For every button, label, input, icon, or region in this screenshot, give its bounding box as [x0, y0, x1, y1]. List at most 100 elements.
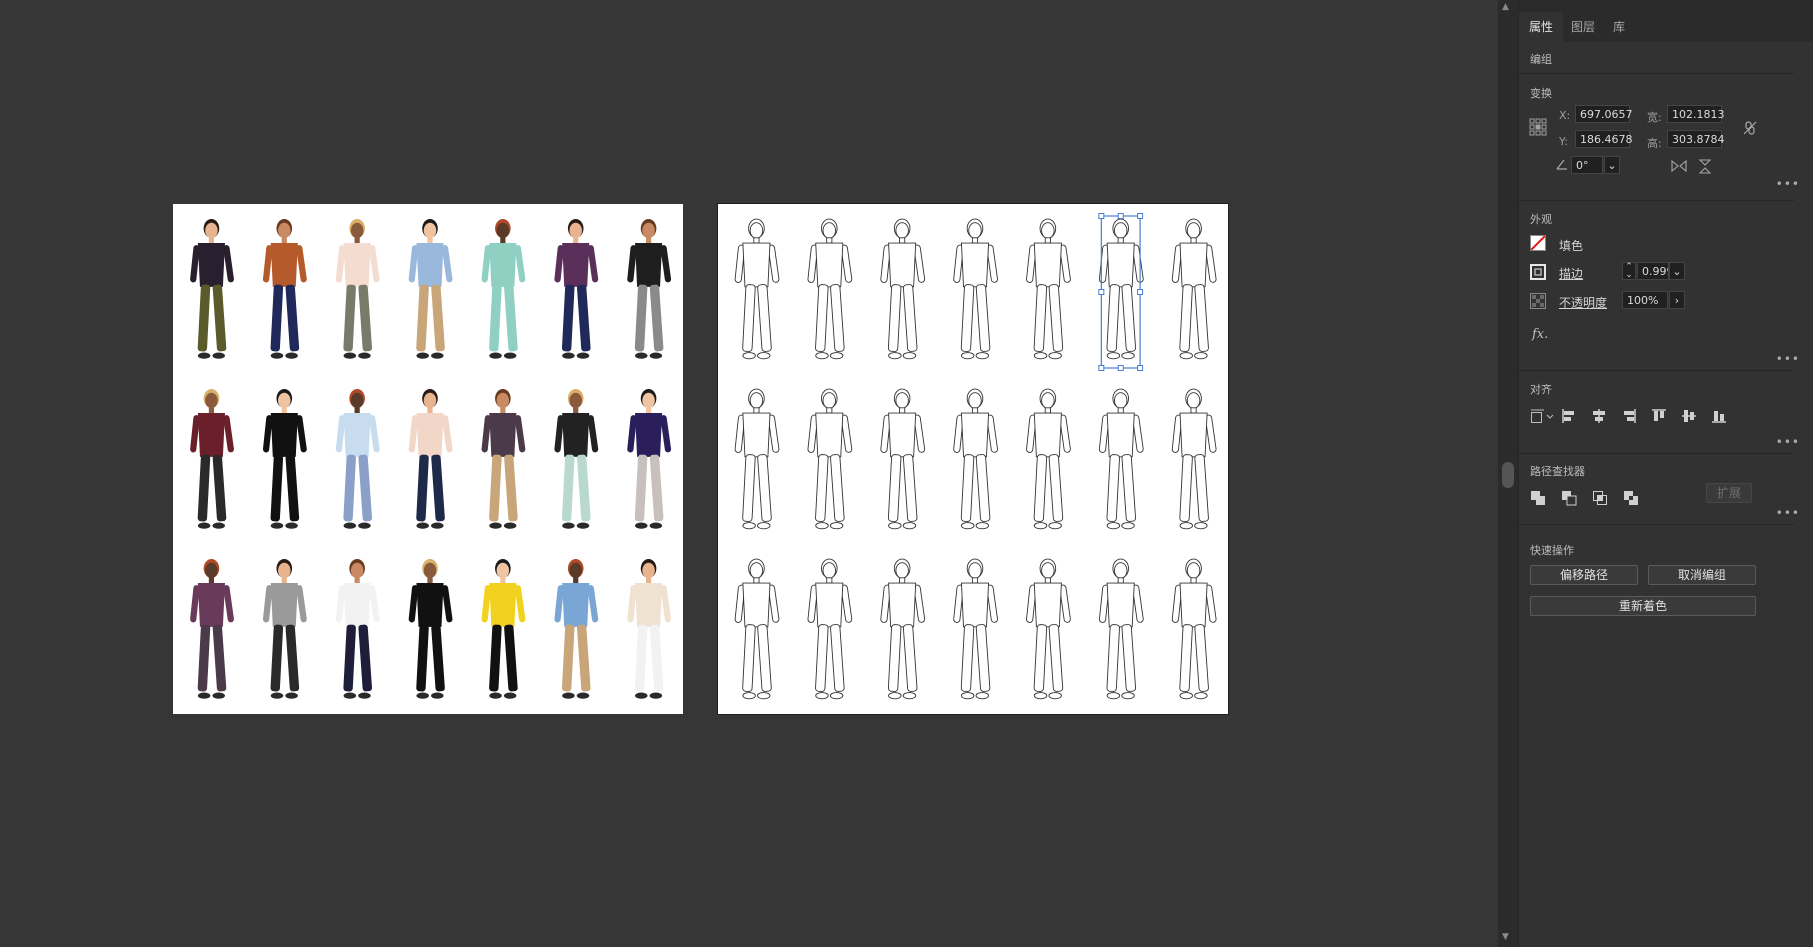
height-label: 高:	[1647, 137, 1662, 150]
appearance-section-title: 外观	[1530, 213, 1552, 226]
person-figure	[262, 559, 307, 699]
align-top-icon[interactable]	[1651, 408, 1667, 424]
stroke-stepper[interactable]: ⌃ ⌄	[1622, 262, 1636, 280]
vertical-scrollbar[interactable]: ▲ ▼	[1498, 0, 1518, 947]
person-figure	[554, 559, 599, 699]
person-figure	[734, 388, 780, 530]
stroke-weight-dropdown[interactable]: ⌄	[1669, 262, 1685, 280]
opacity-icon[interactable]	[1530, 293, 1546, 309]
person-figure	[807, 388, 853, 530]
person-figure	[734, 218, 780, 360]
person-figure	[1171, 218, 1217, 360]
stroke-swatch-icon[interactable]	[1530, 264, 1546, 280]
align-more-icon[interactable]: •••	[1776, 435, 1800, 449]
person-figure	[190, 559, 234, 699]
divider	[1519, 524, 1794, 525]
align-horizontal-center-icon[interactable]	[1591, 408, 1607, 424]
selection-handle[interactable]	[1098, 365, 1105, 371]
offset-path-button[interactable]: 偏移路径	[1530, 565, 1638, 585]
align-left-icon[interactable]	[1561, 408, 1577, 424]
opacity-field[interactable]: 100%	[1622, 291, 1668, 309]
tab-properties[interactable]: 属性	[1519, 12, 1564, 42]
y-field[interactable]: 186.4678	[1575, 130, 1633, 148]
recolor-button[interactable]: 重新着色	[1530, 596, 1756, 616]
person-figure	[953, 388, 998, 530]
chevron-right-icon: ›	[1674, 294, 1680, 307]
person-figure	[408, 559, 453, 699]
align-bottom-icon[interactable]	[1711, 408, 1727, 424]
reference-point-icon[interactable]	[1529, 118, 1547, 136]
opacity-label[interactable]: 不透明度	[1559, 294, 1607, 311]
constrain-proportions-icon[interactable]	[1742, 120, 1758, 136]
person-figure	[554, 389, 599, 529]
person-figure	[481, 219, 526, 359]
person-figure	[1026, 558, 1071, 700]
tab-libraries[interactable]: 库	[1603, 12, 1635, 42]
pathfinder-minus-front-icon[interactable]	[1561, 490, 1577, 506]
person-figure	[262, 389, 307, 529]
appearance-more-icon[interactable]: •••	[1776, 352, 1800, 366]
stroke-weight-field[interactable]: 0.999	[1637, 262, 1669, 280]
divider	[1519, 453, 1794, 454]
align-to-dropdown-icon[interactable]	[1530, 408, 1556, 424]
person-figure	[953, 558, 998, 700]
person-figure	[627, 219, 672, 359]
selection-handle[interactable]	[1098, 213, 1105, 219]
width-label: 宽:	[1647, 111, 1662, 124]
tab-layers[interactable]: 图层	[1561, 12, 1605, 42]
stepper-down-icon[interactable]: ⌄	[1625, 270, 1633, 280]
rotate-field[interactable]: 0°	[1571, 156, 1603, 174]
scroll-down-icon[interactable]: ▼	[1502, 932, 1509, 942]
x-field[interactable]: 697.0657	[1575, 105, 1633, 123]
opacity-dropdown[interactable]: ›	[1669, 291, 1685, 309]
selection-handle[interactable]	[1117, 213, 1124, 219]
fill-label: 填色	[1559, 239, 1584, 253]
selection-handle[interactable]	[1117, 365, 1124, 371]
panel-tabs: 属性 图层 库	[1519, 12, 1813, 42]
outline-figures-artwork	[734, 213, 1217, 700]
selection-handle[interactable]	[1098, 289, 1105, 295]
person-figure	[953, 218, 998, 360]
person-figure	[335, 219, 380, 359]
fill-swatch-icon[interactable]	[1530, 235, 1546, 251]
artboard-canvas[interactable]	[0, 0, 1498, 947]
effects-fx-button[interactable]: fx.	[1532, 327, 1548, 342]
width-field[interactable]: 102.1813	[1667, 105, 1725, 123]
artboard-outline-figures[interactable]	[718, 204, 1228, 714]
x-label: X:	[1559, 109, 1571, 122]
transform-more-icon[interactable]: •••	[1776, 177, 1800, 191]
pathfinder-exclude-icon[interactable]	[1623, 490, 1639, 506]
flip-vertical-icon[interactable]	[1699, 159, 1711, 174]
divider	[1519, 200, 1794, 201]
align-vertical-center-icon[interactable]	[1681, 408, 1697, 424]
person-figure	[807, 218, 853, 360]
align-right-icon[interactable]	[1621, 408, 1637, 424]
panel-header-strip	[1519, 0, 1813, 12]
rotate-dropdown[interactable]: ⌄	[1604, 156, 1620, 174]
pathfinder-more-icon[interactable]: •••	[1776, 506, 1800, 520]
person-figure	[734, 558, 780, 700]
color-figures-artwork	[190, 219, 672, 699]
person-figure	[1098, 218, 1144, 360]
stroke-label[interactable]: 描边	[1559, 265, 1583, 282]
person-figure	[1026, 218, 1071, 360]
pathfinder-intersect-icon[interactable]	[1592, 490, 1608, 506]
selection-handle[interactable]	[1137, 213, 1144, 219]
y-label: Y:	[1559, 135, 1568, 148]
person-figure	[880, 558, 926, 700]
person-figure	[1171, 558, 1217, 700]
pathfinder-section-title: 路径查找器	[1530, 465, 1585, 478]
align-section-title: 对齐	[1530, 383, 1552, 396]
flip-horizontal-icon[interactable]	[1671, 160, 1687, 172]
scroll-thumb[interactable]	[1502, 462, 1514, 488]
selection-handle[interactable]	[1137, 289, 1144, 295]
ungroup-button[interactable]: 取消编组	[1648, 565, 1756, 585]
artboard-color-figures[interactable]	[173, 204, 683, 714]
person-figure	[807, 558, 853, 700]
chevron-down-icon: ⌄	[1607, 159, 1617, 172]
pathfinder-unite-icon[interactable]	[1530, 490, 1546, 506]
selection-handle[interactable]	[1137, 365, 1144, 371]
height-field[interactable]: 303.8784	[1667, 130, 1725, 148]
scroll-up-icon[interactable]: ▲	[1502, 2, 1509, 12]
expand-button[interactable]: 扩展	[1706, 483, 1752, 503]
